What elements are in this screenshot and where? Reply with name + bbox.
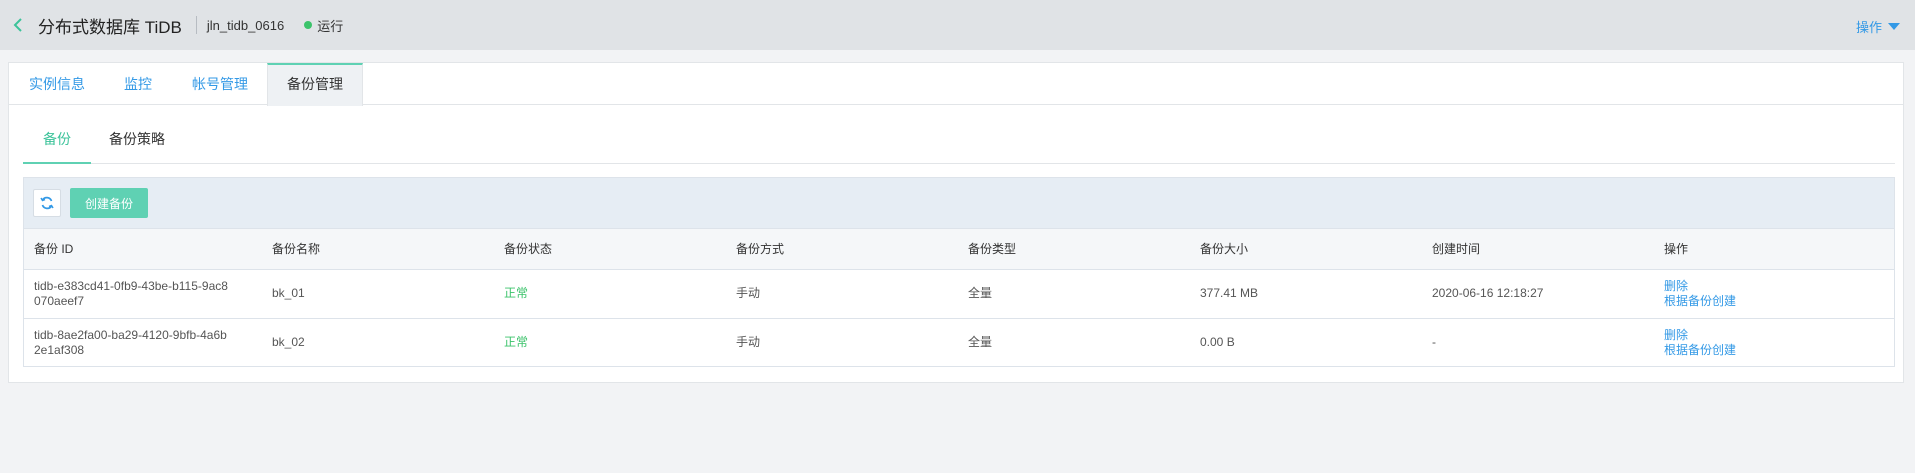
- main-panel: 实例信息 监控 帐号管理 备份管理 备份 备份策略 创建备份 备份 ID 备份名…: [8, 62, 1904, 383]
- table-row: tidb-e383cd41-0fb9-43be-b115-9ac8 070aee…: [24, 269, 1894, 319]
- delete-link[interactable]: 删除: [1664, 328, 1894, 343]
- operations-label: 操作: [1855, 20, 1882, 35]
- backup-name-cell: bk_02: [272, 335, 305, 350]
- subtab-backup[interactable]: 备份: [23, 125, 91, 164]
- backup-subtabs: 备份 备份策略: [23, 125, 1895, 164]
- top-header: 分布式数据库 TiDB jln_tidb_0616 运行 操作: [0, 0, 1915, 50]
- caret-down-icon: [1888, 23, 1900, 30]
- col-header-backup-method: 备份方式: [726, 229, 958, 270]
- col-header-backup-id: 备份 ID: [24, 229, 262, 270]
- refresh-icon: [40, 196, 54, 210]
- back-arrow-icon[interactable]: [10, 17, 26, 33]
- instance-name: jln_tidb_0616: [206, 17, 285, 33]
- backup-id-cell: tidb-8ae2fa00-ba29-4120-9bfb-4a6b 2e1af3…: [24, 318, 262, 367]
- backup-table: 备份 ID 备份名称 备份状态 备份方式 备份类型 备份大小 创建时间 操作 t…: [24, 229, 1894, 367]
- tab-monitor[interactable]: 监控: [124, 63, 152, 105]
- subtab-backup-policy[interactable]: 备份策略: [107, 125, 167, 164]
- backup-type-cell: 全量: [968, 335, 993, 350]
- backup-table-container: 创建备份 备份 ID 备份名称 备份状态 备份方式 备份类型 备份大小 创建时间…: [23, 177, 1895, 367]
- backup-id-line: tidb-e383cd41-0fb9-43be-b115-9ac8: [34, 278, 228, 293]
- backup-id-line: tidb-8ae2fa00-ba29-4120-9bfb-4a6b: [34, 327, 227, 342]
- col-header-backup-name: 备份名称: [262, 229, 494, 270]
- tab-instance-info[interactable]: 实例信息: [29, 63, 85, 105]
- table-header-row: 备份 ID 备份名称 备份状态 备份方式 备份类型 备份大小 创建时间 操作: [24, 229, 1894, 270]
- backup-type-cell: 全量: [958, 269, 1190, 319]
- created-time-cell: -: [1432, 335, 1436, 350]
- actions-cell: 删除 根据备份创建: [1654, 269, 1894, 319]
- backup-name-cell: bk_01: [262, 269, 494, 319]
- tab-account-management[interactable]: 帐号管理: [192, 63, 248, 105]
- table-row: tidb-8ae2fa00-ba29-4120-9bfb-4a6b 2e1af3…: [24, 318, 1894, 367]
- create-from-backup-link[interactable]: 根据备份创建: [1664, 343, 1894, 358]
- create-from-backup-link[interactable]: 根据备份创建: [1664, 294, 1894, 309]
- backup-status-cell: 正常: [504, 335, 529, 350]
- backup-size-cell: 377.41 MB: [1190, 269, 1422, 319]
- backup-method-cell: 手动: [736, 335, 761, 350]
- table-toolbar: 创建备份: [24, 178, 1894, 229]
- backup-id-line: 2e1af308: [34, 342, 85, 357]
- backup-status-cell: 正常: [494, 269, 726, 319]
- backup-id-cell: tidb-e383cd41-0fb9-43be-b115-9ac8 070aee…: [24, 269, 262, 319]
- col-header-backup-size: 备份大小: [1190, 229, 1422, 270]
- backup-method-cell: 手动: [726, 269, 958, 319]
- backup-size-cell: 0.00 B: [1200, 335, 1235, 350]
- col-header-created-time: 创建时间: [1422, 229, 1654, 270]
- backup-id-line: 070aeef7: [34, 293, 85, 308]
- header-divider: [195, 16, 197, 34]
- col-header-actions: 操作: [1654, 229, 1894, 270]
- app-title: 分布式数据库 TiDB: [38, 17, 182, 37]
- created-time-cell: 2020-06-16 12:18:27: [1422, 269, 1654, 319]
- delete-link[interactable]: 删除: [1664, 279, 1894, 294]
- operations-dropdown[interactable]: 操作: [1856, 17, 1900, 36]
- create-backup-button[interactable]: 创建备份: [70, 188, 148, 218]
- col-header-backup-type: 备份类型: [958, 229, 1190, 270]
- status-badge: 运行: [317, 18, 344, 34]
- status-dot-icon: [304, 21, 313, 29]
- tab-backup-management[interactable]: 备份管理: [267, 63, 363, 106]
- actions-cell: 删除 根据备份创建: [1654, 318, 1894, 367]
- col-header-backup-status: 备份状态: [494, 229, 726, 270]
- refresh-button[interactable]: [33, 189, 61, 217]
- main-tabs: 实例信息 监控 帐号管理 备份管理: [9, 63, 1903, 106]
